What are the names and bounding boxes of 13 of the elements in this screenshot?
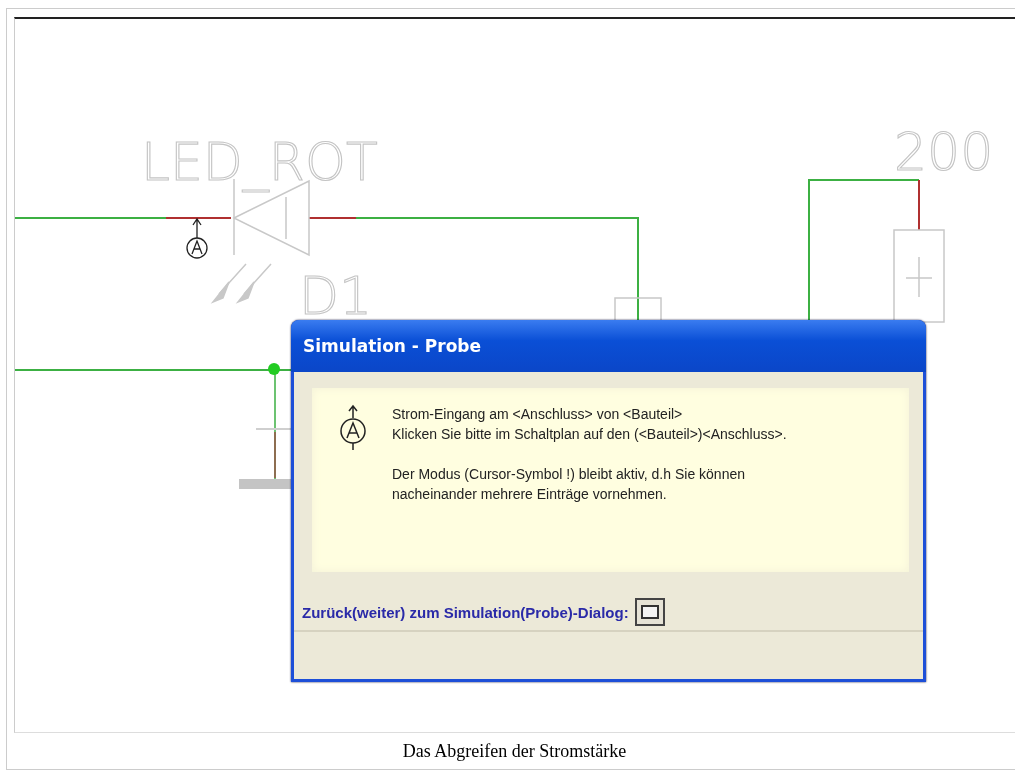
junction-dot [268,363,280,375]
dialog-link[interactable]: Zurück(weiter) zum Simulation(Probe)-Dialog: [302,603,629,621]
designator-label: D1 [299,266,373,326]
figure-caption: Das Abgreifen der Stromstärke [401,740,628,762]
message-paragraph: Strom-Eingang am <Anschluss> von <Bauteil> Klicken Sie bitte im Schaltplan auf den (<Bauteil>)<Anschluss>. [392,405,787,444]
ammeter-icon [186,217,208,259]
ground-symbol-drawing [239,428,292,489]
window-title: Simulation - Probe [303,336,482,356]
window-icon [640,605,659,619]
dialog-button[interactable] [634,598,665,626]
message-paragraph: Der Modus (Cursor-Symbol !) bleibt aktiv, d.h Sie können nacheinander mehrere Einträge vornehmen. [392,465,746,504]
value-label: 200 [894,122,994,182]
component-label: LED_ROT [141,132,378,192]
